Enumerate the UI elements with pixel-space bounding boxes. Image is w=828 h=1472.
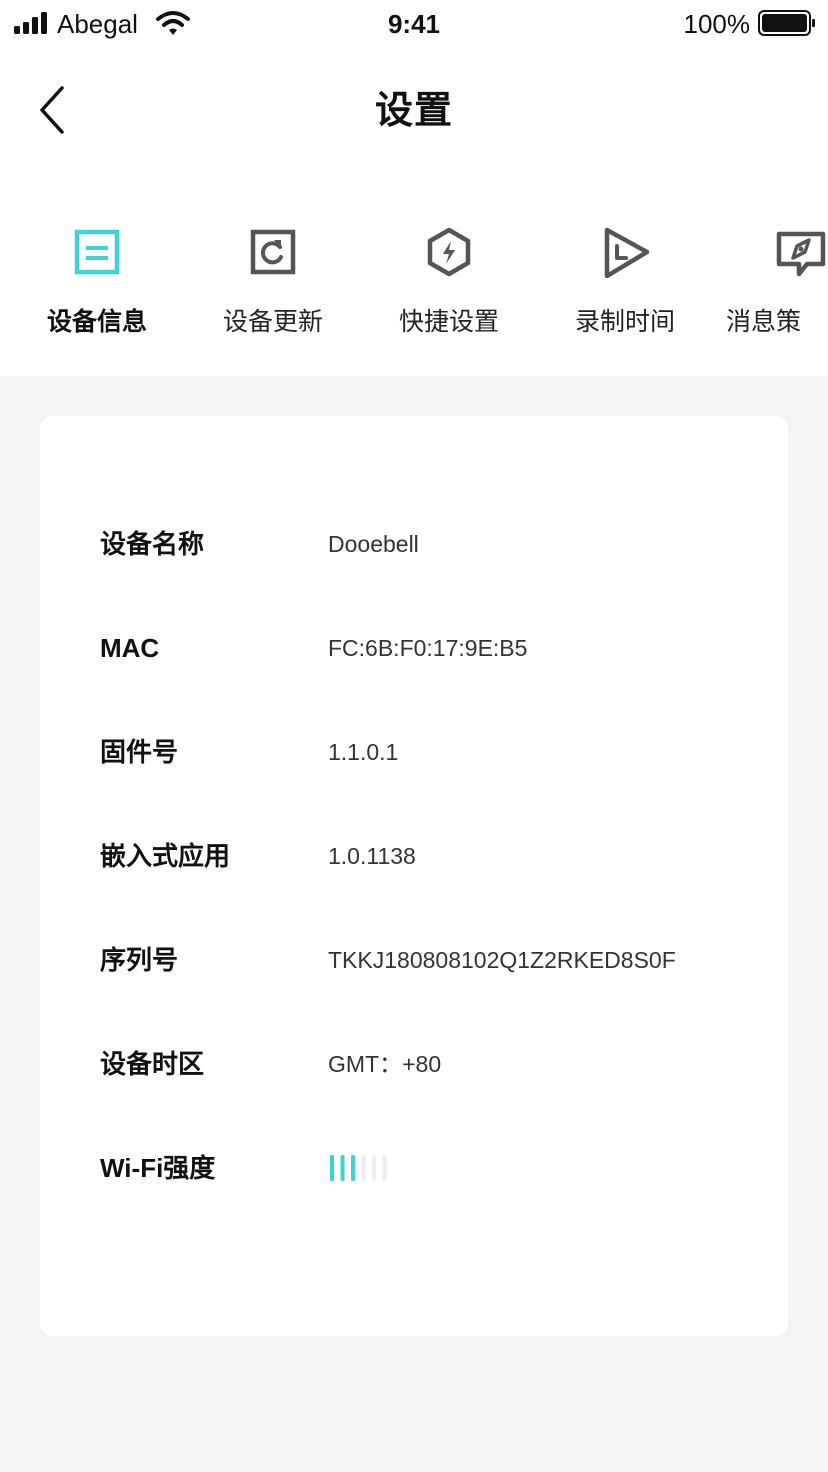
info-label: 设备时区 — [100, 1049, 205, 1079]
info-label: 设备名称 — [100, 529, 205, 559]
battery-percentage: 100% — [683, 9, 751, 39]
status-bar: Abegal 9:41 100% — [0, 0, 828, 48]
info-row-embedded-app: 嵌入式应用 1.0.1138 — [40, 826, 788, 886]
info-label: 嵌入式应用 — [100, 841, 231, 871]
wifi-strength-bar — [361, 1155, 366, 1181]
tab-label: 消息策 — [726, 308, 802, 336]
tab-label: 设备信息 — [46, 308, 147, 336]
info-label: 序列号 — [100, 945, 179, 975]
tab-label: 设备更新 — [222, 308, 323, 336]
document-icon — [74, 229, 120, 275]
tab-recording-time[interactable]: 录制时间 — [550, 220, 700, 350]
tab-device-info[interactable]: 设备信息 — [22, 220, 172, 350]
info-row-serial-number: 序列号 TKKJ180808102Q1Z2RKED8S0F — [40, 930, 788, 990]
info-value: 1.0.1138 — [328, 843, 416, 869]
wifi-strength-indicator — [330, 1155, 387, 1181]
page-title: 设置 — [374, 90, 453, 132]
wifi-strength-bar — [351, 1155, 355, 1181]
play-timer-icon — [604, 227, 650, 278]
battery-icon — [758, 10, 815, 36]
info-row-device-name: 设备名称 Dooebell — [40, 514, 788, 574]
info-label: Wi-Fi强度 — [100, 1153, 216, 1183]
tab-message-policy[interactable]: 消息策 — [726, 220, 828, 350]
message-compass-icon — [776, 231, 826, 277]
wifi-strength-bar — [340, 1155, 345, 1181]
device-info-card: 设备名称 Dooebell MAC FC:6B:F0:17:9E:B5 固件号 … — [40, 416, 788, 1336]
info-label: MAC — [100, 633, 160, 663]
lightning-hexagon-icon — [427, 227, 471, 277]
info-value: Dooebell — [328, 531, 419, 557]
info-value: 1.1.0.1 — [328, 739, 399, 765]
wifi-strength-bar — [330, 1155, 334, 1181]
info-row-timezone: 设备时区 GMT：+80 — [40, 1034, 788, 1094]
tab-label: 录制时间 — [574, 308, 675, 336]
tab-quick-settings[interactable]: 快捷设置 — [374, 220, 524, 350]
info-value: FC:6B:F0:17:9E:B5 — [328, 635, 528, 661]
info-row-wifi-strength: Wi-Fi强度 — [40, 1138, 788, 1198]
info-value: GMT：+80 — [328, 1051, 442, 1077]
refresh-icon — [250, 229, 296, 275]
info-row-firmware: 固件号 1.1.0.1 — [40, 722, 788, 782]
info-label: 固件号 — [100, 737, 179, 767]
tab-label: 快捷设置 — [398, 308, 499, 336]
wifi-strength-bar — [382, 1155, 387, 1181]
info-value: TKKJ180808102Q1Z2RKED8S0F — [328, 947, 676, 973]
tab-device-update[interactable]: 设备更新 — [198, 220, 348, 350]
info-row-mac: MAC FC:6B:F0:17:9E:B5 — [40, 618, 788, 678]
wifi-strength-bar — [372, 1155, 376, 1181]
